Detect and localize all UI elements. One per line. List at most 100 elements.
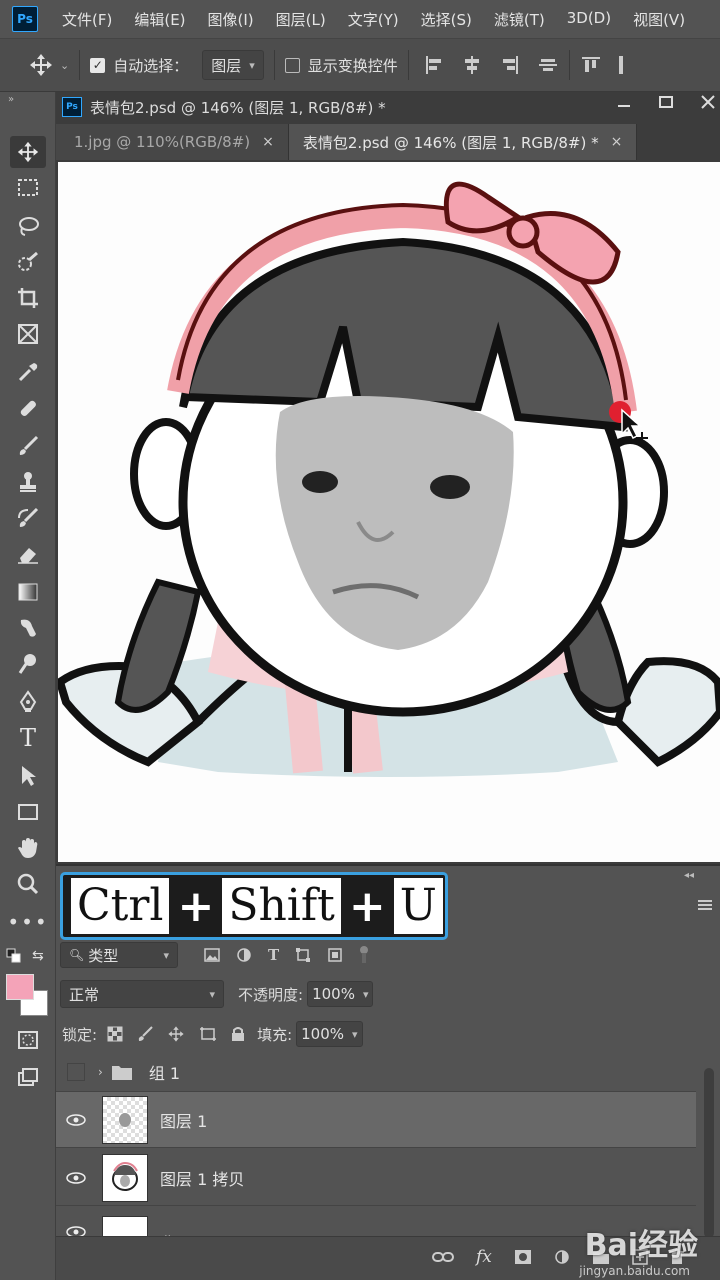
collapse-icon[interactable]: » <box>8 94 14 105</box>
image-filter-icon[interactable] <box>204 948 220 962</box>
brush-tool[interactable] <box>10 430 46 462</box>
quick-select-tool[interactable] <box>10 246 46 278</box>
align-top-buttons <box>580 54 628 76</box>
close-icon[interactable] <box>700 94 716 110</box>
eye-icon <box>66 1171 86 1184</box>
tab-1jpg[interactable]: 1.jpg @ 110%(RGB/8#) × <box>56 124 289 160</box>
arrow-icon <box>22 766 36 786</box>
lock-position-icon[interactable] <box>167 1025 185 1043</box>
minimize-icon[interactable] <box>616 94 632 110</box>
tab-close-icon[interactable]: × <box>262 134 274 150</box>
history-brush-tool[interactable] <box>10 502 46 534</box>
lock-paint-icon[interactable] <box>137 1026 153 1042</box>
chevron-right-icon[interactable]: › <box>98 1065 103 1079</box>
type-filter-icon[interactable]: T <box>268 946 279 964</box>
maximize-icon[interactable] <box>658 94 674 110</box>
opacity-field[interactable]: 100% ▾ <box>307 981 374 1007</box>
lock-all-icon[interactable] <box>231 1026 245 1042</box>
align-right-icon[interactable] <box>499 54 521 76</box>
options-bar: ⌄ ✓ 自动选择： 图层 ▾ 显示变换控件 <box>0 38 720 92</box>
visibility-toggle[interactable] <box>56 1062 96 1081</box>
lock-artboard-icon[interactable] <box>199 1026 217 1042</box>
move-tool-preset[interactable]: ⌄ <box>28 52 69 78</box>
layers-scrollbar[interactable] <box>704 1068 714 1238</box>
smudge-tool[interactable] <box>10 612 46 644</box>
pen-tool[interactable] <box>10 686 46 718</box>
zoom-tool[interactable] <box>10 868 46 900</box>
menu-type[interactable]: 文字(Y) <box>348 9 399 30</box>
screen-mode-icon <box>18 1068 38 1086</box>
frame-icon <box>18 324 38 344</box>
canvas[interactable] <box>58 162 720 862</box>
mask-icon[interactable] <box>514 1249 532 1265</box>
align-vertical-icon[interactable] <box>537 54 559 76</box>
fill-field[interactable]: 100% ▾ <box>296 1021 363 1047</box>
show-transform-checkbox[interactable] <box>284 57 300 73</box>
divider <box>273 50 275 80</box>
panel-menu-icon[interactable] <box>698 896 712 915</box>
gradient-tool[interactable] <box>10 576 46 608</box>
tab-biaoqingbao2[interactable]: 表情包2.psd @ 146% (图层 1, RGB/8#) * × <box>288 124 638 160</box>
healing-brush-tool[interactable] <box>10 392 46 424</box>
smart-object-filter-icon[interactable] <box>327 947 343 963</box>
quick-mask-button[interactable] <box>10 1024 46 1056</box>
align-left-icon[interactable] <box>423 54 445 76</box>
eraser-icon <box>18 548 38 564</box>
tab-close-icon[interactable]: × <box>611 134 623 150</box>
thumbnail-cartoon <box>112 1161 138 1191</box>
frame-tool[interactable] <box>10 318 46 350</box>
layer-row-layer1[interactable]: 图层 1 <box>56 1092 696 1148</box>
rectangle-tool[interactable] <box>10 796 46 828</box>
baidu-jingyan-watermark: Bai经验 <box>584 1228 698 1263</box>
default-colors-icon[interactable] <box>6 948 22 968</box>
menu-select[interactable]: 选择(S) <box>421 9 472 30</box>
adjustment-filter-icon[interactable] <box>236 947 252 963</box>
align-center-icon[interactable] <box>461 54 483 76</box>
auto-select-dropdown[interactable]: 图层 ▾ <box>202 50 264 80</box>
type-tool-icon[interactable]: T <box>10 722 46 754</box>
more-tools-icon[interactable]: ••• <box>7 906 46 938</box>
layer-row-group[interactable]: › 组 1 <box>56 1052 696 1092</box>
screen-mode-button[interactable] <box>10 1062 46 1094</box>
auto-select-checkbox[interactable]: ✓ <box>90 57 106 73</box>
eraser-tool[interactable] <box>10 538 46 570</box>
visibility-toggle[interactable] <box>56 1113 96 1126</box>
crop-tool[interactable] <box>10 282 46 314</box>
marquee-tool[interactable] <box>10 172 46 204</box>
lock-buttons <box>107 1025 245 1043</box>
menu-file[interactable]: 文件(F) <box>62 9 112 30</box>
menu-view[interactable]: 视图(V) <box>633 9 685 30</box>
fx-icon[interactable]: fx <box>476 1247 492 1267</box>
visibility-toggle[interactable] <box>56 1216 96 1237</box>
filter-toggle-icon[interactable] <box>359 945 369 965</box>
chevron-down-icon: ▾ <box>249 58 255 72</box>
blend-mode-dropdown[interactable]: 正常 ▾ <box>60 980 224 1008</box>
dodge-tool[interactable] <box>10 648 46 680</box>
path-select-tool[interactable] <box>10 760 46 792</box>
move-tool[interactable] <box>10 136 46 168</box>
adjustment-layer-icon[interactable] <box>554 1249 570 1265</box>
menu-filter[interactable]: 滤镜(T) <box>494 9 545 30</box>
filter-kind-dropdown[interactable]: 🔍︎ 类型 ▾ <box>60 942 178 968</box>
shape-filter-icon[interactable] <box>295 947 311 963</box>
menu-layer[interactable]: 图层(L) <box>276 9 326 30</box>
menu-edit[interactable]: 编辑(E) <box>134 9 185 30</box>
foreground-color-swatch[interactable] <box>6 974 34 1000</box>
menu-3d[interactable]: 3D(D) <box>567 9 611 30</box>
link-icon[interactable] <box>432 1250 454 1264</box>
menu-image[interactable]: 图像(I) <box>208 9 254 30</box>
fill-label: 填充: <box>257 1025 293 1044</box>
photoshop-logo: Ps <box>12 6 38 32</box>
lock-transparent-icon[interactable] <box>107 1026 123 1042</box>
align-top-icon[interactable] <box>580 54 602 76</box>
lasso-tool[interactable] <box>10 210 46 242</box>
layer-row-layer1-copy[interactable]: 图层 1 拷贝 <box>56 1150 696 1206</box>
window-controls <box>616 94 716 110</box>
collapse-panel-icon[interactable]: ◂◂ <box>684 870 694 881</box>
align-middle-icon[interactable] <box>614 54 628 76</box>
stamp-tool[interactable] <box>10 466 46 498</box>
visibility-toggle[interactable] <box>56 1171 96 1184</box>
swap-colors-icon[interactable]: ⇆ <box>32 948 44 964</box>
hand-tool[interactable] <box>10 832 46 864</box>
eyedropper-tool[interactable] <box>10 356 46 388</box>
